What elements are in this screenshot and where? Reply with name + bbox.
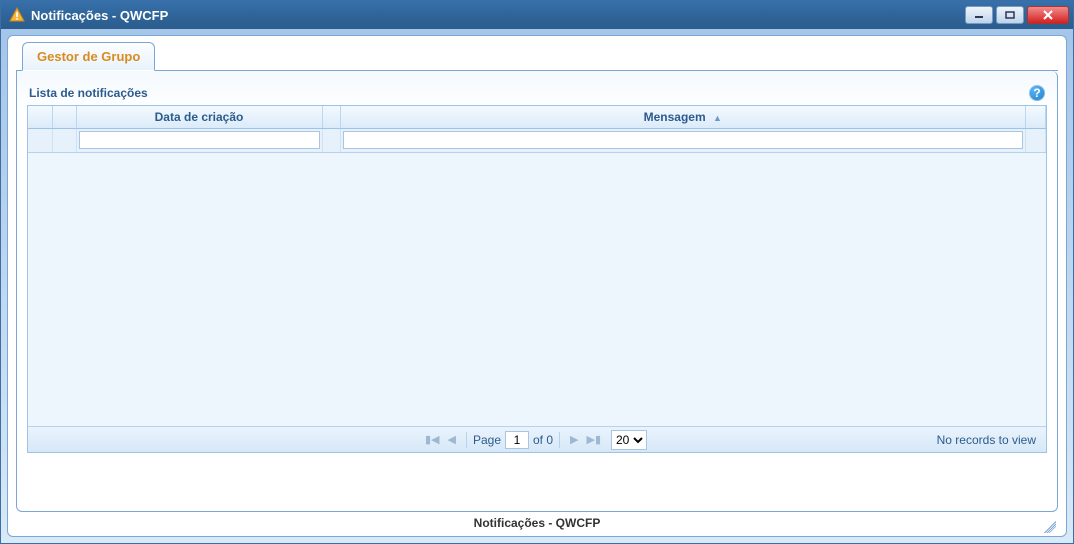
col-spacer-4 (1026, 106, 1046, 128)
pager-page-label: Page (473, 433, 501, 447)
grid-caption-row: Lista de notificações ? (27, 85, 1047, 101)
pager-last-button[interactable]: ▶▮ (582, 433, 605, 446)
filter-date-input[interactable] (79, 131, 320, 149)
help-icon[interactable]: ? (1029, 85, 1045, 101)
client-area: Gestor de Grupo Lista de notificações ? (7, 35, 1067, 537)
notifications-grid: Data de criação Mensagem ▲ (27, 105, 1047, 453)
grid-filter-row (28, 128, 1046, 152)
col-date-label: Data de criação (155, 110, 244, 124)
grid-caption: Lista de notificações (29, 86, 148, 100)
titlebar: Notificações - QWCFP (1, 1, 1073, 29)
pager-next-button[interactable]: ▶ (566, 433, 582, 446)
window-title: Notificações - QWCFP (31, 8, 168, 23)
sort-asc-icon: ▲ (713, 113, 722, 123)
pager-of-label: of 0 (533, 433, 553, 447)
col-spacer-3 (322, 106, 340, 128)
pager-records-label: No records to view (937, 433, 1036, 447)
statusbar: Notificações - QWCFP (16, 512, 1058, 534)
tab-body: Lista de notificações ? (16, 71, 1058, 512)
col-date[interactable]: Data de criação (76, 106, 322, 128)
close-button[interactable] (1027, 6, 1069, 24)
pager-pagesize-select[interactable]: 20 (611, 430, 647, 450)
status-text: Notificações - QWCFP (474, 516, 601, 530)
grid-pager: ▮◀ ◀ Page of 0 ▶ ▶▮ 20 No records to vie… (28, 426, 1046, 452)
col-spacer-1 (28, 106, 52, 128)
pager-page-input[interactable] (505, 431, 529, 449)
tab-label: Gestor de Grupo (37, 49, 140, 64)
pager-first-button[interactable]: ▮◀ (421, 433, 444, 446)
col-message-label: Mensagem (644, 110, 706, 124)
col-spacer-2 (52, 106, 76, 128)
pager-prev-button[interactable]: ◀ (444, 433, 460, 446)
minimize-button[interactable] (965, 6, 993, 24)
app-window: Notificações - QWCFP Gestor de Grupo Lis… (0, 0, 1074, 544)
maximize-button[interactable] (996, 6, 1024, 24)
tab-group-manager[interactable]: Gestor de Grupo (22, 42, 155, 71)
filter-message-input[interactable] (343, 131, 1024, 149)
col-message[interactable]: Mensagem ▲ (340, 106, 1026, 128)
grid-body-empty (28, 153, 1046, 427)
tabstrip: Gestor de Grupo (16, 42, 1058, 72)
grid-header-row: Data de criação Mensagem ▲ (28, 106, 1046, 128)
resize-grip[interactable] (1044, 521, 1056, 533)
warning-icon (9, 7, 25, 23)
